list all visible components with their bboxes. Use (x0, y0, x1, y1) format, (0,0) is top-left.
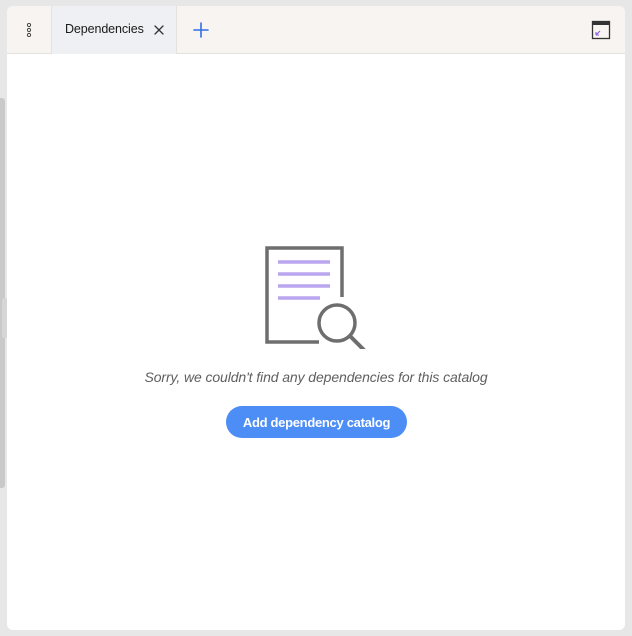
window-resize-button[interactable] (591, 20, 611, 40)
add-tab-button[interactable] (190, 19, 212, 41)
tab-close-button[interactable] (152, 23, 166, 37)
window-resize-icon (591, 20, 611, 40)
plus-icon (193, 22, 209, 38)
empty-state-message: Sorry, we couldn't find any dependencies… (144, 369, 488, 385)
close-icon (154, 25, 164, 35)
more-options-button[interactable] (7, 6, 52, 54)
left-scrollbar[interactable] (0, 98, 5, 488)
tab-dependencies[interactable]: Dependencies (52, 6, 177, 54)
tab-bar: Dependencies (7, 6, 625, 54)
document-search-icon (265, 246, 366, 349)
dependencies-panel: Dependencies Sorry, we couldn't find any… (7, 6, 625, 630)
add-dependency-catalog-button[interactable]: Add dependency catalog (226, 406, 407, 438)
vertical-dots-icon (26, 23, 32, 37)
tab-label: Dependencies (65, 22, 144, 36)
